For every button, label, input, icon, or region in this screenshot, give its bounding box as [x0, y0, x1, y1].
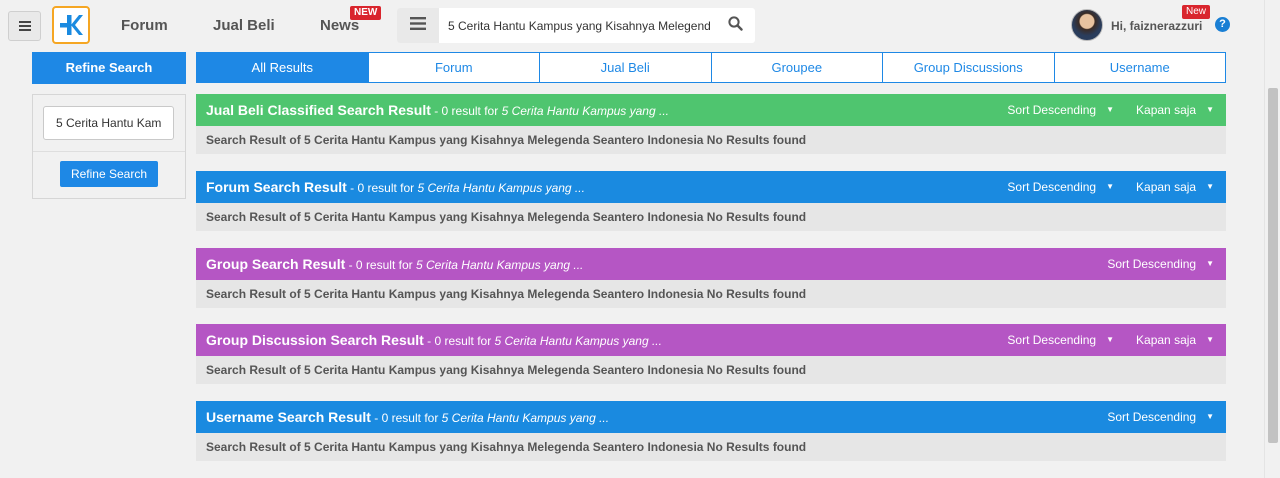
nav-jual-beli-link[interactable]: Jual Beli [213, 17, 275, 34]
hamburger-icon [18, 21, 31, 31]
result-query: 5 Cerita Hantu Kampus yang ... [417, 181, 585, 195]
result-tabs: All Results Forum Jual Beli Groupee Grou… [196, 52, 1226, 83]
tab-forum[interactable]: Forum [368, 52, 540, 83]
time-filter-dropdown[interactable]: Kapan saja ▼ [1126, 171, 1226, 203]
result-count: - 0 result for [423, 334, 495, 348]
tab-group-discussions[interactable]: Group Discussions [883, 52, 1055, 83]
panel-title: Username Search Result [206, 409, 371, 425]
user-greeting[interactable]: Hi, faiznerazzuri [1111, 19, 1202, 33]
caret-down-icon: ▼ [1206, 335, 1214, 344]
panel-header: Forum Search Result - 0 result for 5 Cer… [196, 171, 1226, 203]
time-filter-label: Kapan saja [1136, 103, 1197, 117]
search-input[interactable] [448, 8, 710, 43]
refine-search-panel: Refine Search [32, 94, 186, 199]
caret-down-icon: ▼ [1206, 259, 1214, 268]
search-category-button[interactable] [397, 8, 439, 43]
caret-down-icon: ▼ [1106, 182, 1115, 191]
caret-down-icon: ▼ [1206, 105, 1214, 114]
tab-jual-beli[interactable]: Jual Beli [540, 52, 712, 83]
result-count: - 0 result for [346, 181, 418, 195]
forum-result-panel: Forum Search Result - 0 result for 5 Cer… [196, 171, 1226, 231]
time-filter-label: Kapan saja [1136, 333, 1197, 347]
result-query: 5 Cerita Hantu Kampus yang ... [494, 334, 662, 348]
panel-title: Forum Search Result [206, 179, 347, 195]
scrollbar-thumb[interactable] [1268, 88, 1278, 443]
time-filter-dropdown[interactable]: Kapan saja ▼ [1126, 94, 1226, 126]
no-results-message: Search Result of 5 Cerita Hantu Kampus y… [196, 126, 1226, 154]
result-query: 5 Cerita Hantu Kampus yang ... [441, 411, 610, 425]
no-results-message: Search Result of 5 Cerita Hantu Kampus y… [196, 280, 1226, 308]
help-icon[interactable]: ? [1215, 17, 1230, 32]
time-filter-label: Kapan saja [1136, 180, 1197, 194]
nav-forum-link[interactable]: Forum [121, 17, 168, 34]
sort-dropdown[interactable]: Sort Descending ▼ [997, 171, 1126, 203]
hamburger-icon [410, 16, 426, 35]
tab-username[interactable]: Username [1054, 52, 1226, 83]
sort-dropdown[interactable]: Sort Descending ▼ [1097, 401, 1226, 433]
search-icon [727, 15, 743, 36]
sort-label: Sort Descending [1007, 103, 1097, 117]
caret-down-icon: ▼ [1206, 412, 1214, 421]
refine-search-input[interactable] [43, 106, 174, 140]
menu-toggle-button[interactable] [8, 11, 41, 41]
panel-title: Group Discussion Search Result [206, 332, 424, 348]
jual-beli-result-panel: Jual Beli Classified Search Result - 0 r… [196, 94, 1226, 154]
group-result-panel: Group Search Result - 0 result for 5 Cer… [196, 248, 1226, 308]
user-avatar[interactable] [1071, 9, 1103, 41]
result-count: - 0 result for [430, 104, 502, 118]
tab-groupee[interactable]: Groupee [711, 52, 883, 83]
sort-dropdown[interactable]: Sort Descending ▼ [1097, 248, 1226, 280]
no-results-message: Search Result of 5 Cerita Hantu Kampus y… [196, 356, 1226, 384]
panel-title: Group Search Result [206, 256, 346, 272]
panel-header: Username Search Result - 0 result for 5 … [196, 401, 1226, 433]
sort-label: Sort Descending [1007, 180, 1097, 194]
caret-down-icon: ▼ [1106, 335, 1115, 344]
divider [33, 151, 185, 152]
news-new-badge: NEW [350, 6, 382, 20]
caret-down-icon: ▼ [1206, 182, 1214, 191]
tab-all-results[interactable]: All Results [196, 52, 369, 83]
panel-header: Group Discussion Search Result - 0 resul… [196, 324, 1226, 356]
panel-header: Group Search Result - 0 result for 5 Cer… [196, 248, 1226, 280]
sort-label: Sort Descending [1107, 257, 1197, 271]
time-filter-dropdown[interactable]: Kapan saja ▼ [1126, 324, 1226, 356]
caret-down-icon: ▼ [1106, 105, 1115, 114]
page-scrollbar[interactable] [1264, 0, 1280, 478]
sort-label: Sort Descending [1007, 333, 1097, 347]
refine-search-title: Refine Search [32, 52, 186, 84]
kaskus-logo[interactable] [52, 6, 90, 44]
result-count: - 0 result for [345, 258, 416, 272]
user-new-badge: New [1182, 5, 1211, 19]
no-results-message: Search Result of 5 Cerita Hantu Kampus y… [196, 433, 1226, 461]
result-query: 5 Cerita Hantu Kampus yang ... [501, 104, 669, 118]
sort-label: Sort Descending [1107, 410, 1197, 424]
refine-search-button[interactable]: Refine Search [60, 161, 158, 187]
result-query: 5 Cerita Hantu Kampus yang ... [415, 258, 584, 272]
sort-dropdown[interactable]: Sort Descending ▼ [997, 94, 1126, 126]
group-discussion-result-panel: Group Discussion Search Result - 0 resul… [196, 324, 1226, 384]
top-navbar: Forum Jual Beli News NEW Hi, faiznerazzu… [0, 0, 1264, 52]
panel-title: Jual Beli Classified Search Result [206, 102, 431, 118]
username-result-panel: Username Search Result - 0 result for 5 … [196, 401, 1226, 461]
search-bar [397, 8, 755, 43]
no-results-message: Search Result of 5 Cerita Hantu Kampus y… [196, 203, 1226, 231]
panel-header: Jual Beli Classified Search Result - 0 r… [196, 94, 1226, 126]
sort-dropdown[interactable]: Sort Descending ▼ [997, 324, 1126, 356]
kaskus-k-logo-icon [60, 15, 83, 35]
result-count: - 0 result for [370, 411, 442, 425]
search-button[interactable] [721, 8, 749, 43]
